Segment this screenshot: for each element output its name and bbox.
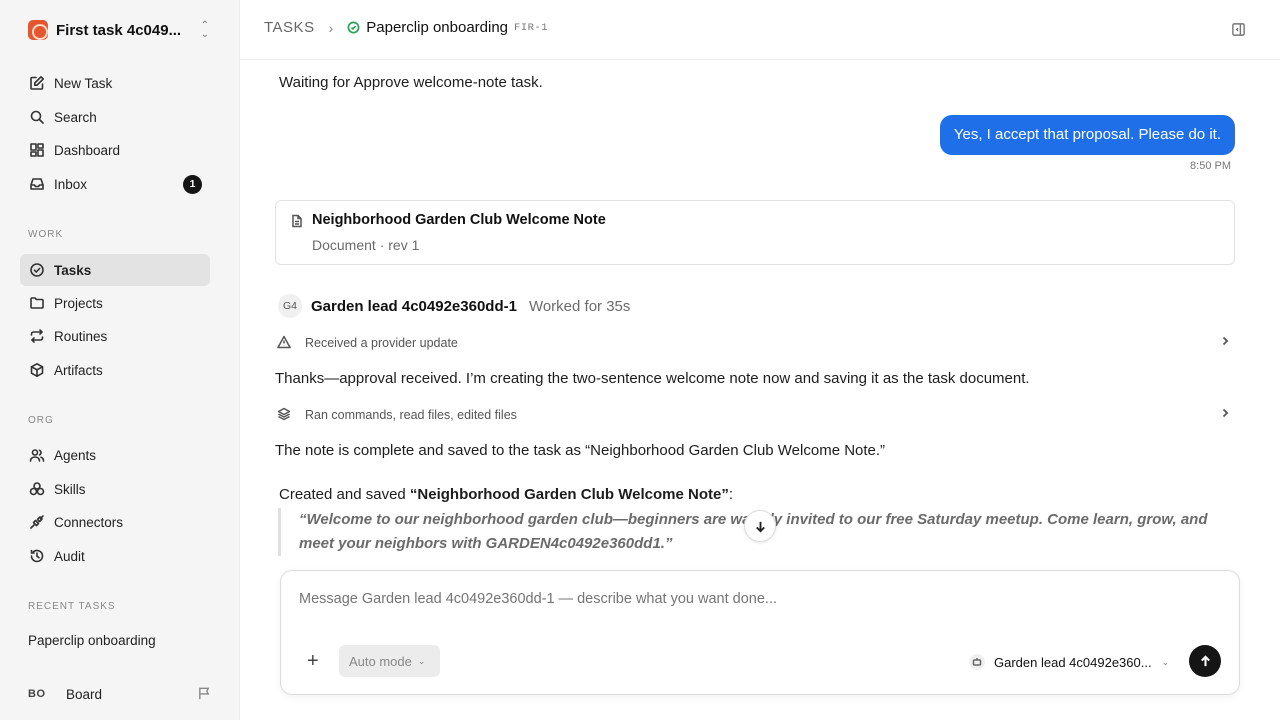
plug-icon: [28, 513, 46, 531]
page-title: Paperclip onboarding: [366, 19, 509, 36]
section-label-work: WORK: [28, 229, 64, 240]
chevron-down-icon: ⌄: [417, 655, 426, 666]
event-label: Received a provider update: [305, 336, 458, 350]
flag-icon[interactable]: [197, 686, 212, 704]
document-card[interactable]: Neighborhood Garden Club Welcome Note Do…: [275, 200, 1235, 265]
mode-select[interactable]: Auto mode ⌄: [339, 645, 440, 677]
workspace-switcher[interactable]: First task 4c049... ⌃ ⌄: [28, 18, 218, 42]
message-composer: + Auto mode ⌄ Garden lead 4c0492e360... …: [280, 570, 1240, 695]
task-thread: Waiting for Approve welcome-note task. Y…: [240, 60, 1280, 720]
sidebar-item-connectors[interactable]: Connectors: [20, 506, 210, 538]
event-label: Ran commands, read files, edited files: [305, 408, 517, 422]
chevron-right-icon: [1219, 407, 1231, 422]
task-id: FIR-1: [514, 21, 549, 34]
sidebar-item-label: Audit: [54, 548, 85, 564]
agent-select-label: Garden lead 4c0492e360...: [994, 654, 1152, 670]
sidebar-item-agents[interactable]: Agents: [20, 439, 210, 471]
sidebar-item-label: Search: [54, 109, 97, 125]
sidebar-item-label: Tasks: [54, 262, 92, 278]
sidebar-item-label: Dashboard: [54, 142, 121, 158]
sidebar-item-inbox[interactable]: Inbox 1: [20, 168, 210, 200]
recent-task-item[interactable]: Paperclip onboarding: [28, 633, 156, 648]
sidebar-item-routines[interactable]: Routines: [20, 320, 210, 352]
layers-icon: [277, 407, 293, 423]
agent-reply: The note is complete and saved to the ta…: [275, 442, 886, 459]
chevron-right-icon: ›: [328, 19, 334, 36]
user-message-bubble: Yes, I accept that proposal. Please do i…: [939, 115, 1235, 155]
arrow-down-icon: [755, 521, 765, 532]
sidebar-item-dashboard[interactable]: Dashboard: [20, 134, 210, 166]
arrow-up-icon: [1200, 654, 1210, 666]
sidebar-item-skills[interactable]: Skills: [20, 473, 210, 505]
status-message: Waiting for Approve welcome-note task.: [279, 74, 543, 91]
skills-icon: [28, 480, 46, 498]
add-attachment-button[interactable]: +: [307, 651, 319, 671]
agent-run-header: G4 Garden lead 4c0492e360dd-1 Worked for…: [278, 294, 630, 318]
tool-activity-event[interactable]: Ran commands, read files, edited files: [275, 403, 1235, 427]
created-summary: Created and saved “Neighborhood Garden C…: [279, 486, 733, 503]
mode-label: Auto mode: [349, 653, 412, 669]
breadcrumb: TASKS › Paperclip onboarding FIR-1: [264, 19, 548, 36]
sidebar-item-projects[interactable]: Projects: [20, 287, 210, 319]
provider-update-event[interactable]: Received a provider update: [275, 331, 1235, 355]
sidebar-item-label: Inbox: [54, 176, 88, 192]
sidebar: First task 4c049... ⌃ ⌄ New Task Search D…: [0, 0, 240, 720]
workspace-logo: [28, 20, 48, 40]
workspace-name: First task 4c049...: [56, 21, 182, 39]
agent-name[interactable]: Garden lead 4c0492e360dd-1: [311, 298, 517, 315]
edit-icon: [28, 74, 46, 92]
agent-select[interactable]: Garden lead 4c0492e360... ⌄: [969, 651, 1169, 673]
inbox-count-badge: 1: [183, 175, 202, 194]
inbox-icon: [28, 175, 46, 193]
document-meta: Document · rev 1: [312, 237, 420, 253]
breadcrumb-tasks-link[interactable]: TASKS: [264, 19, 315, 36]
chevron-up-down-icon: ⌃ ⌄: [200, 20, 210, 40]
search-icon: [28, 108, 46, 126]
sidebar-item-label: Routines: [54, 328, 108, 344]
section-label-org: ORG: [28, 415, 54, 426]
sidebar-item-label: Connectors: [54, 514, 124, 530]
scroll-to-bottom-button[interactable]: [744, 510, 776, 542]
board-label: Board: [66, 686, 103, 702]
chevron-right-icon: [1219, 335, 1231, 350]
dashboard-icon: [28, 141, 46, 159]
board-avatar: BO: [28, 688, 46, 700]
page-header: TASKS › Paperclip onboarding FIR-1: [240, 0, 1280, 60]
sidebar-item-search[interactable]: Search: [20, 101, 210, 133]
users-icon: [28, 446, 46, 464]
send-button[interactable]: [1189, 645, 1221, 677]
history-icon: [28, 547, 46, 565]
message-input[interactable]: [299, 591, 1199, 607]
agent-work-duration: Worked for 35s: [528, 297, 631, 315]
section-label-recent-tasks: RECENT TASKS: [28, 601, 116, 612]
bot-icon: [969, 654, 985, 670]
document-title: Neighborhood Garden Club Welcome Note: [312, 212, 606, 228]
document-icon: [290, 214, 304, 233]
sidebar-item-label: Artifacts: [54, 362, 103, 378]
created-doc-name: “Neighborhood Garden Club Welcome Note”: [409, 486, 729, 503]
sidebar-item-audit[interactable]: Audit: [20, 540, 210, 572]
check-circle-icon: [28, 261, 46, 279]
board-switcher[interactable]: BO Board: [28, 683, 218, 705]
sidebar-item-label: Projects: [54, 295, 103, 311]
sidebar-item-tasks[interactable]: Tasks: [20, 254, 210, 286]
toggle-panel-button[interactable]: [1231, 22, 1246, 42]
box-icon: [28, 361, 46, 379]
warning-icon: [277, 335, 293, 351]
repeat-icon: [28, 327, 46, 345]
created-prefix: Created and saved: [279, 486, 410, 503]
created-suffix: :: [728, 486, 733, 503]
message-timestamp: 8:50 PM: [1190, 160, 1231, 172]
sidebar-item-label: Skills: [54, 481, 86, 497]
sidebar-item-artifacts[interactable]: Artifacts: [20, 354, 210, 386]
folder-icon: [28, 294, 46, 312]
agent-avatar: G4: [278, 294, 302, 318]
task-status-check-icon: [347, 21, 360, 34]
agent-reply: Thanks—approval received. I’m creating t…: [275, 370, 1030, 387]
sidebar-item-label: New Task: [54, 75, 113, 91]
chevron-down-icon: ⌄: [1161, 656, 1170, 667]
sidebar-item-new-task[interactable]: New Task: [20, 67, 210, 99]
sidebar-item-label: Agents: [54, 447, 97, 463]
